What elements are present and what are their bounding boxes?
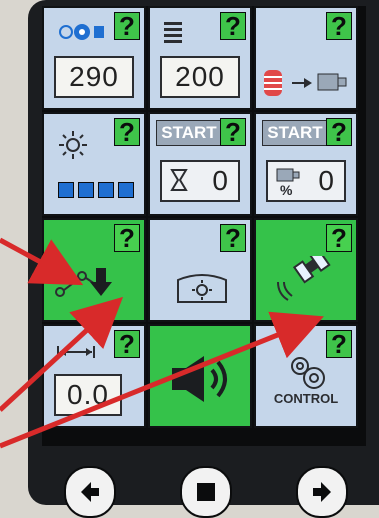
brightness-tile[interactable]: ? <box>42 112 146 216</box>
brightness-dot <box>98 182 114 198</box>
speaker-icon <box>172 356 227 402</box>
fan-icon <box>59 24 104 40</box>
layers-icon <box>164 22 182 43</box>
fan-speed-value[interactable]: 290 <box>54 56 134 98</box>
start-motor-tile[interactable]: START ? % 0 <box>254 112 358 216</box>
stop-button[interactable] <box>180 466 232 518</box>
percent-label: % <box>280 182 293 198</box>
distance-tile[interactable]: ? 0.0 <box>42 324 146 428</box>
coil-to-motor-icon <box>264 70 347 96</box>
prev-button[interactable] <box>64 466 116 518</box>
touch-screen: ? 290 ? 200 ? ? START ? 0 START ? % 0 ? … <box>42 6 366 518</box>
help-icon[interactable]: ? <box>220 118 246 146</box>
brightness-dot <box>58 182 74 198</box>
help-icon[interactable]: ? <box>114 330 140 358</box>
start-timer-tile[interactable]: START ? 0 <box>148 112 252 216</box>
sound-tile[interactable] <box>148 324 252 428</box>
brightness-dot <box>118 182 134 198</box>
width-arrows-icon <box>57 346 95 358</box>
help-icon[interactable]: ? <box>114 224 140 252</box>
thread-tension-tile[interactable]: ? <box>42 218 146 322</box>
start-label: START <box>262 120 328 146</box>
device-body: ? 290 ? 200 ? ? START ? 0 START ? % 0 ? … <box>28 0 379 518</box>
help-icon[interactable]: ? <box>114 12 140 40</box>
right-arrow-icon <box>313 482 331 502</box>
brightness-icon <box>59 131 87 159</box>
start-timer-valuebox[interactable]: 0 <box>160 160 240 202</box>
start-timer-value: 0 <box>212 165 228 196</box>
satellite-icon <box>277 256 331 301</box>
stop-icon <box>197 483 215 501</box>
help-icon[interactable]: ? <box>326 12 352 40</box>
coil-to-motor-tile[interactable]: ? <box>254 6 358 110</box>
brightness-dot <box>78 182 94 198</box>
start-label: START <box>156 120 222 146</box>
control-label: CONTROL <box>273 391 339 406</box>
start-motor-valuebox[interactable]: % 0 <box>266 160 346 202</box>
fan-speed-tile[interactable]: ? 290 <box>42 6 146 110</box>
brightness-level-indicator <box>58 182 134 198</box>
start-motor-value: 0 <box>318 165 334 196</box>
light-tile[interactable]: ? <box>148 218 252 322</box>
help-icon[interactable]: ? <box>220 224 246 252</box>
gears-icon <box>291 357 325 389</box>
left-arrow-icon <box>81 482 99 502</box>
help-icon[interactable]: ? <box>326 224 352 252</box>
control-tile[interactable]: ? CONTROL <box>254 324 358 428</box>
help-icon[interactable]: ? <box>220 12 246 40</box>
thread-tension-icon <box>55 268 112 297</box>
help-icon[interactable]: ? <box>326 118 352 146</box>
distance-value[interactable]: 0.0 <box>54 374 122 416</box>
light-box-icon <box>177 274 227 303</box>
layers-tile[interactable]: ? 200 <box>148 6 252 110</box>
hourglass-icon <box>170 169 188 191</box>
help-icon[interactable]: ? <box>114 118 140 146</box>
wireless-sensor-tile[interactable]: ? <box>254 218 358 322</box>
next-button[interactable] <box>296 466 348 518</box>
layers-value[interactable]: 200 <box>160 56 240 98</box>
